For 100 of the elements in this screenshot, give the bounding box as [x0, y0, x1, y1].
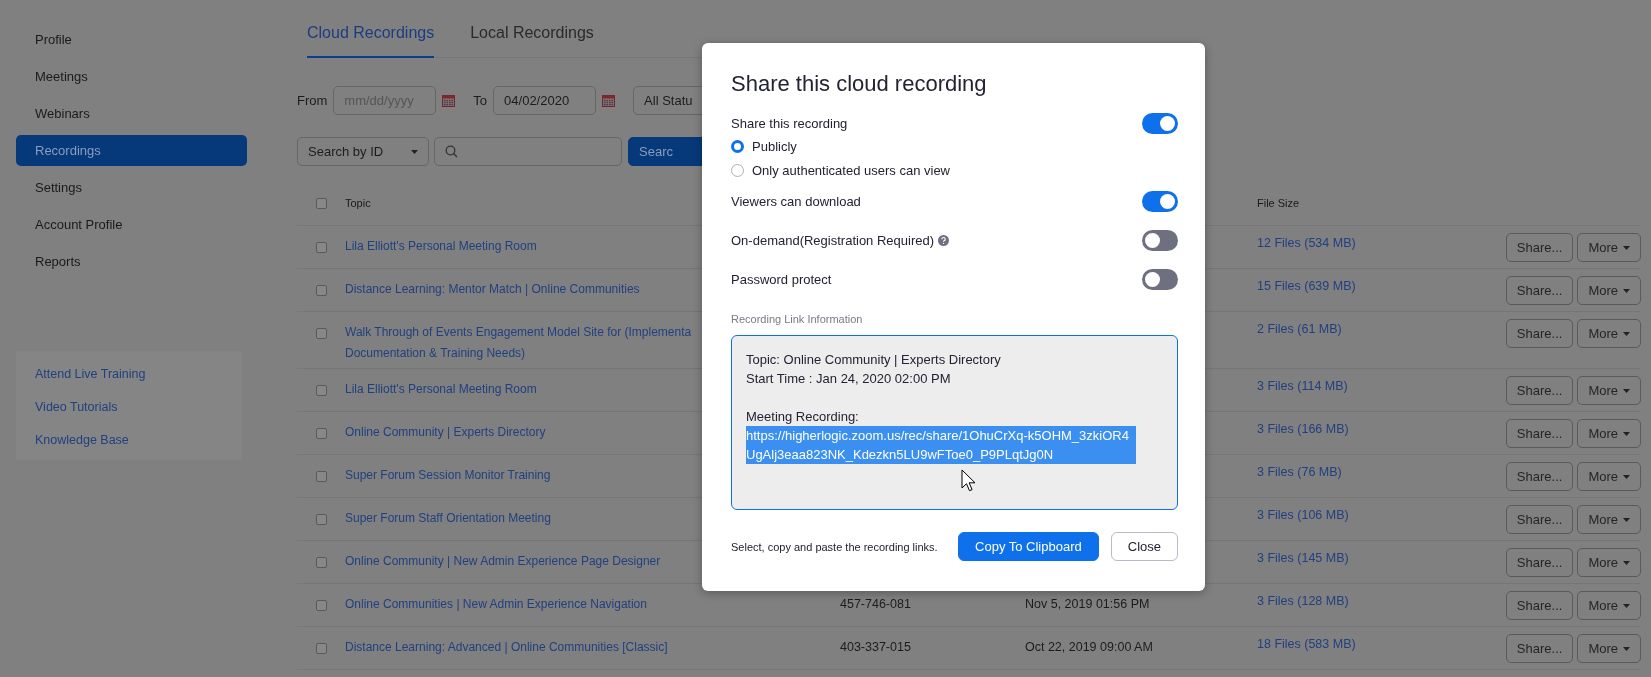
- calendar-icon[interactable]: [602, 94, 616, 107]
- checkbox[interactable]: [316, 643, 327, 654]
- share-button[interactable]: Share...: [1505, 634, 1574, 663]
- file-size-link[interactable]: 15 Files (639 MB): [1257, 276, 1506, 297]
- sidebar-item[interactable]: Recordings: [16, 135, 247, 166]
- help-icon[interactable]: [938, 235, 950, 246]
- share-button[interactable]: Share...: [1505, 276, 1574, 305]
- setting-label: On-demand(Registration Required): [731, 233, 950, 248]
- link-info-box[interactable]: Topic: Online Community | Experts Directory Start Time : Jan 24, 2020 02:00 PM Meeting Recording: https://higherlogic.zoom.us/rec/share/1OhuCrXq-k5OHM_3zkiOR4UgAlj3eaa823NK_Kdezkn5LU9wFToe0_P9PLqtJg0N: [731, 335, 1178, 510]
- toggle-switch[interactable]: [1142, 113, 1178, 134]
- share-button[interactable]: Share...: [1505, 591, 1574, 620]
- from-label: From: [297, 93, 328, 108]
- checkbox[interactable]: [316, 328, 327, 339]
- meeting-id: 403-337-015: [840, 639, 912, 656]
- help-link[interactable]: Knowledge Base: [35, 431, 242, 450]
- share-button[interactable]: Share...: [1505, 505, 1574, 534]
- more-button[interactable]: More: [1577, 548, 1641, 577]
- close-button[interactable]: Close: [1110, 532, 1178, 561]
- toggle-switch[interactable]: [1142, 269, 1178, 290]
- search-by-select[interactable]: Search by ID: [297, 137, 429, 166]
- link-heading: Meeting Recording:: [746, 408, 860, 426]
- more-button[interactable]: More: [1577, 462, 1641, 491]
- caret-icon: [1623, 474, 1630, 479]
- calendar-icon[interactable]: [442, 94, 456, 107]
- more-button[interactable]: More: [1577, 634, 1641, 663]
- share-button[interactable]: Share...: [1505, 233, 1574, 262]
- copy-button[interactable]: Copy To Clipboard: [958, 532, 1099, 561]
- caret-icon: [1623, 646, 1630, 651]
- topic-link[interactable]: Distance Learning: Advanced | Online Communities [Classic]: [345, 634, 668, 658]
- share-button[interactable]: Share...: [1505, 462, 1574, 491]
- checkbox[interactable]: [316, 198, 327, 209]
- toggle-switch[interactable]: [1142, 230, 1178, 251]
- file-size-link[interactable]: 3 Files (106 MB): [1257, 505, 1506, 526]
- caret-icon: [1623, 388, 1630, 393]
- topic-link[interactable]: Super Forum Session Monitor Training: [345, 462, 551, 486]
- start-time: Oct 22, 2019 09:00 AM: [1025, 639, 1154, 656]
- caret-icon: [1623, 517, 1630, 522]
- topic-link[interactable]: Lila Elliott's Personal Meeting Room: [345, 376, 537, 400]
- mouse-pointer-icon: [961, 469, 977, 493]
- caret-icon: [1623, 560, 1630, 565]
- topic-link[interactable]: Online Communities | New Admin Experience Navigation: [345, 591, 647, 615]
- column-header: Topic: [345, 196, 371, 211]
- file-size-link[interactable]: 3 Files (128 MB): [1257, 591, 1506, 612]
- checkbox[interactable]: [316, 242, 327, 253]
- file-size-link[interactable]: 3 Files (114 MB): [1257, 376, 1506, 397]
- file-size-link[interactable]: 3 Files (76 MB): [1257, 462, 1506, 483]
- sidebar-item[interactable]: Reports: [16, 246, 247, 277]
- more-button[interactable]: More: [1577, 233, 1641, 262]
- file-size-link[interactable]: 3 Files (166 MB): [1257, 419, 1506, 440]
- share-button[interactable]: Share...: [1505, 376, 1574, 405]
- checkbox[interactable]: [316, 385, 327, 396]
- toggle-switch[interactable]: [1142, 191, 1178, 212]
- sidebar-item[interactable]: Webinars: [16, 98, 247, 129]
- more-button[interactable]: More: [1577, 591, 1641, 620]
- topic-link[interactable]: Super Forum Staff Orientation Meeting: [345, 505, 551, 529]
- topic-link[interactable]: Online Community | New Admin Experience Page Designer: [345, 548, 661, 572]
- more-button[interactable]: More: [1577, 505, 1641, 534]
- help-link[interactable]: Attend Live Training: [35, 365, 242, 384]
- file-size-link[interactable]: 3 Files (145 MB): [1257, 548, 1506, 569]
- topic-link[interactable]: Online Community | Experts Directory: [345, 419, 546, 443]
- more-button[interactable]: More: [1577, 319, 1641, 348]
- tab[interactable]: Cloud Recordings: [307, 18, 435, 58]
- sidebar-item[interactable]: Settings: [16, 172, 247, 203]
- sidebar-item[interactable]: Meetings: [16, 61, 247, 92]
- radio-button[interactable]: [731, 163, 744, 177]
- help-link[interactable]: Video Tutorials: [35, 398, 242, 417]
- caret-icon: [1623, 331, 1630, 336]
- topic-link[interactable]: Lila Elliott's Personal Meeting Room: [345, 233, 537, 257]
- hint-text: Select, copy and paste the recording links.: [731, 540, 939, 553]
- checkbox[interactable]: [316, 428, 327, 439]
- checkbox[interactable]: [316, 600, 327, 611]
- file-size-link[interactable]: 18 Files (583 MB): [1257, 634, 1506, 655]
- file-size-link[interactable]: 2 Files (61 MB): [1257, 319, 1506, 340]
- recording-link[interactable]: https://higherlogic.zoom.us/rec/share/1OhuCrXq-k5OHM_3zkiOR4UgAlj3eaa823NK_Kdezkn5LU9wFToe0_P9PLqtJg0N: [746, 426, 1136, 464]
- share-button[interactable]: Share...: [1505, 319, 1574, 348]
- file-size-link[interactable]: 12 Files (534 MB): [1257, 233, 1506, 254]
- radio-label: Publicly: [752, 138, 797, 154]
- to-date-field[interactable]: 04/02/2020: [493, 86, 597, 115]
- start-time: Nov 5, 2019 01:56 PM: [1025, 596, 1151, 613]
- radio-button[interactable]: [731, 139, 744, 153]
- tab[interactable]: Local Recordings: [470, 18, 594, 58]
- more-button[interactable]: More: [1577, 276, 1641, 305]
- sidebar-item[interactable]: Account Profile: [16, 209, 247, 240]
- checkbox[interactable]: [316, 285, 327, 296]
- share-button[interactable]: Share...: [1505, 548, 1574, 577]
- more-button[interactable]: More: [1577, 419, 1641, 448]
- more-button[interactable]: More: [1577, 376, 1641, 405]
- caret-icon: [411, 149, 418, 154]
- caret-icon: [1623, 288, 1630, 293]
- checkbox[interactable]: [316, 557, 327, 568]
- sidebar-item[interactable]: Profile: [16, 24, 247, 55]
- caret-icon: [1623, 603, 1630, 608]
- to-label: To: [473, 93, 488, 108]
- topic-link[interactable]: Walk Through of Events Engagement Model Site for (Implementa Documentation & Training Needs): [345, 319, 692, 364]
- topic-link[interactable]: Distance Learning: Mentor Match | Online Communities: [345, 276, 640, 300]
- share-button[interactable]: Share...: [1505, 419, 1574, 448]
- checkbox[interactable]: [316, 471, 327, 482]
- checkbox[interactable]: [316, 514, 327, 525]
- setting-label: Password protect: [731, 272, 832, 287]
- search-field[interactable]: [434, 137, 622, 166]
